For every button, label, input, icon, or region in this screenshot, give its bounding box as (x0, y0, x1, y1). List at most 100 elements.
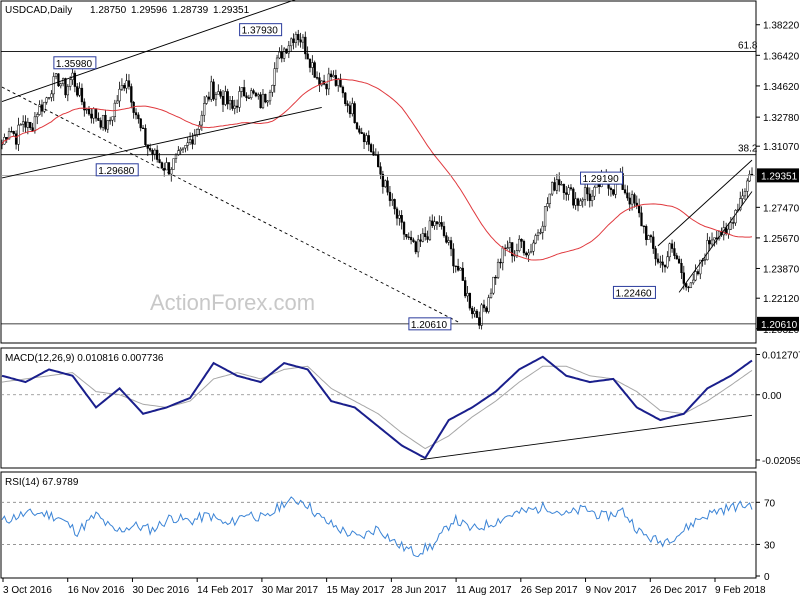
candle-body (581, 199, 584, 202)
chart-canvas: 61.8 38.2 1.37930 1.35980 1.29680 1.29190 1.22… (0, 0, 800, 596)
x-tick-label: 15 May 2017 (327, 585, 385, 596)
candle-body (141, 127, 145, 129)
candle-body (609, 188, 613, 190)
candle-body (158, 159, 161, 163)
candle-body (424, 233, 427, 237)
candle-body (689, 282, 693, 288)
candle-body (367, 135, 370, 145)
candle-body (148, 148, 152, 151)
candle-body (551, 182, 554, 195)
candle-body (252, 90, 255, 94)
candle-body (36, 114, 39, 118)
candle-body (259, 94, 262, 109)
y-tick-label: 1.32780 (763, 113, 800, 124)
candle-body (346, 103, 349, 106)
candle-body (235, 105, 239, 108)
candle-body (666, 256, 669, 268)
candle-body (677, 258, 681, 264)
candle-body (341, 86, 345, 94)
candle-body (12, 131, 15, 134)
candle-body (195, 129, 199, 135)
candle-body (80, 87, 84, 103)
candle-body (400, 215, 403, 223)
candle-body (24, 121, 27, 128)
candle-body (713, 237, 716, 241)
candle-body (416, 239, 420, 253)
y-tick-label: 1.34620 (763, 82, 800, 93)
candle-body (285, 48, 288, 54)
candle-body (290, 38, 293, 47)
candle-body (682, 272, 685, 284)
candle-body (179, 148, 182, 151)
candle-body (743, 191, 747, 197)
candle-body (118, 88, 121, 102)
candle-body (261, 93, 265, 109)
candle-body (184, 145, 187, 149)
candle-body (746, 180, 749, 192)
candle-body (572, 188, 575, 206)
candle-body (87, 108, 91, 115)
x-tick-label: 26 Sep 2017 (521, 585, 578, 596)
candle-body (520, 238, 523, 242)
candle-body (565, 192, 568, 195)
macd-y-tick-label: 0.012707 (762, 351, 800, 362)
x-axis: 3 Oct 2016 16 Nov 2016 30 Dec 2016 14 Feb 2… (2, 578, 766, 596)
candle-body (186, 142, 189, 146)
candle-body (127, 80, 131, 87)
price-annotation: 1.35980 (56, 59, 93, 70)
candle-body (421, 233, 424, 242)
candle-body (116, 100, 119, 104)
candle-body (442, 226, 446, 236)
candle-body (637, 205, 641, 214)
candle-body (633, 194, 636, 204)
candle-body (546, 203, 549, 207)
candle-body (696, 271, 700, 275)
candle-body (438, 222, 441, 225)
candle-body (273, 68, 276, 86)
candle-body (73, 72, 77, 87)
candle-body (574, 198, 577, 206)
candle-body (66, 86, 69, 96)
candle-body (365, 135, 368, 143)
candle-body (123, 85, 126, 89)
candle-body (475, 310, 479, 318)
candle-body (362, 133, 366, 143)
candle-body (741, 195, 744, 199)
price-annotation: 1.20610 (411, 320, 448, 331)
candle-body (534, 235, 537, 244)
price-annotation: 1.37930 (242, 26, 279, 37)
candle-body (226, 91, 229, 105)
candle-body (0, 143, 4, 146)
candle-body (153, 149, 156, 155)
candle-body (426, 236, 429, 240)
candle-body (203, 103, 206, 116)
candle-body (461, 267, 464, 281)
candle-body (541, 225, 544, 233)
candle-body (515, 250, 519, 256)
candle-body (282, 48, 286, 59)
y-tick-label: 1.27470 (763, 203, 800, 214)
candle-body (654, 248, 657, 260)
price-annotation: 1.29680 (98, 166, 135, 177)
candle-body (393, 199, 396, 210)
x-tick-label: 26 Dec 2017 (650, 585, 707, 596)
candle-body (734, 210, 737, 224)
y-tick-label: 1.23870 (763, 264, 800, 275)
candle-body (287, 45, 290, 54)
candle-body (428, 220, 432, 240)
candle-body (569, 187, 573, 190)
candle-body (668, 243, 671, 258)
macd-y-tick-label: 0.00 (762, 391, 782, 402)
price-annotation: 1.22460 (615, 288, 652, 299)
macd-panel-frame (0, 347, 757, 469)
x-tick-label: 30 Mar 2017 (262, 585, 319, 596)
candle-body (456, 265, 460, 271)
candle-body (529, 251, 533, 254)
candle-body (494, 276, 497, 279)
x-tick-label: 9 Feb 2018 (715, 585, 766, 596)
candle-body (271, 85, 274, 93)
candle-body (231, 100, 234, 109)
candle-body (501, 247, 504, 264)
candle-body (78, 87, 81, 96)
ohlc-close: 1.29351 (213, 5, 250, 16)
